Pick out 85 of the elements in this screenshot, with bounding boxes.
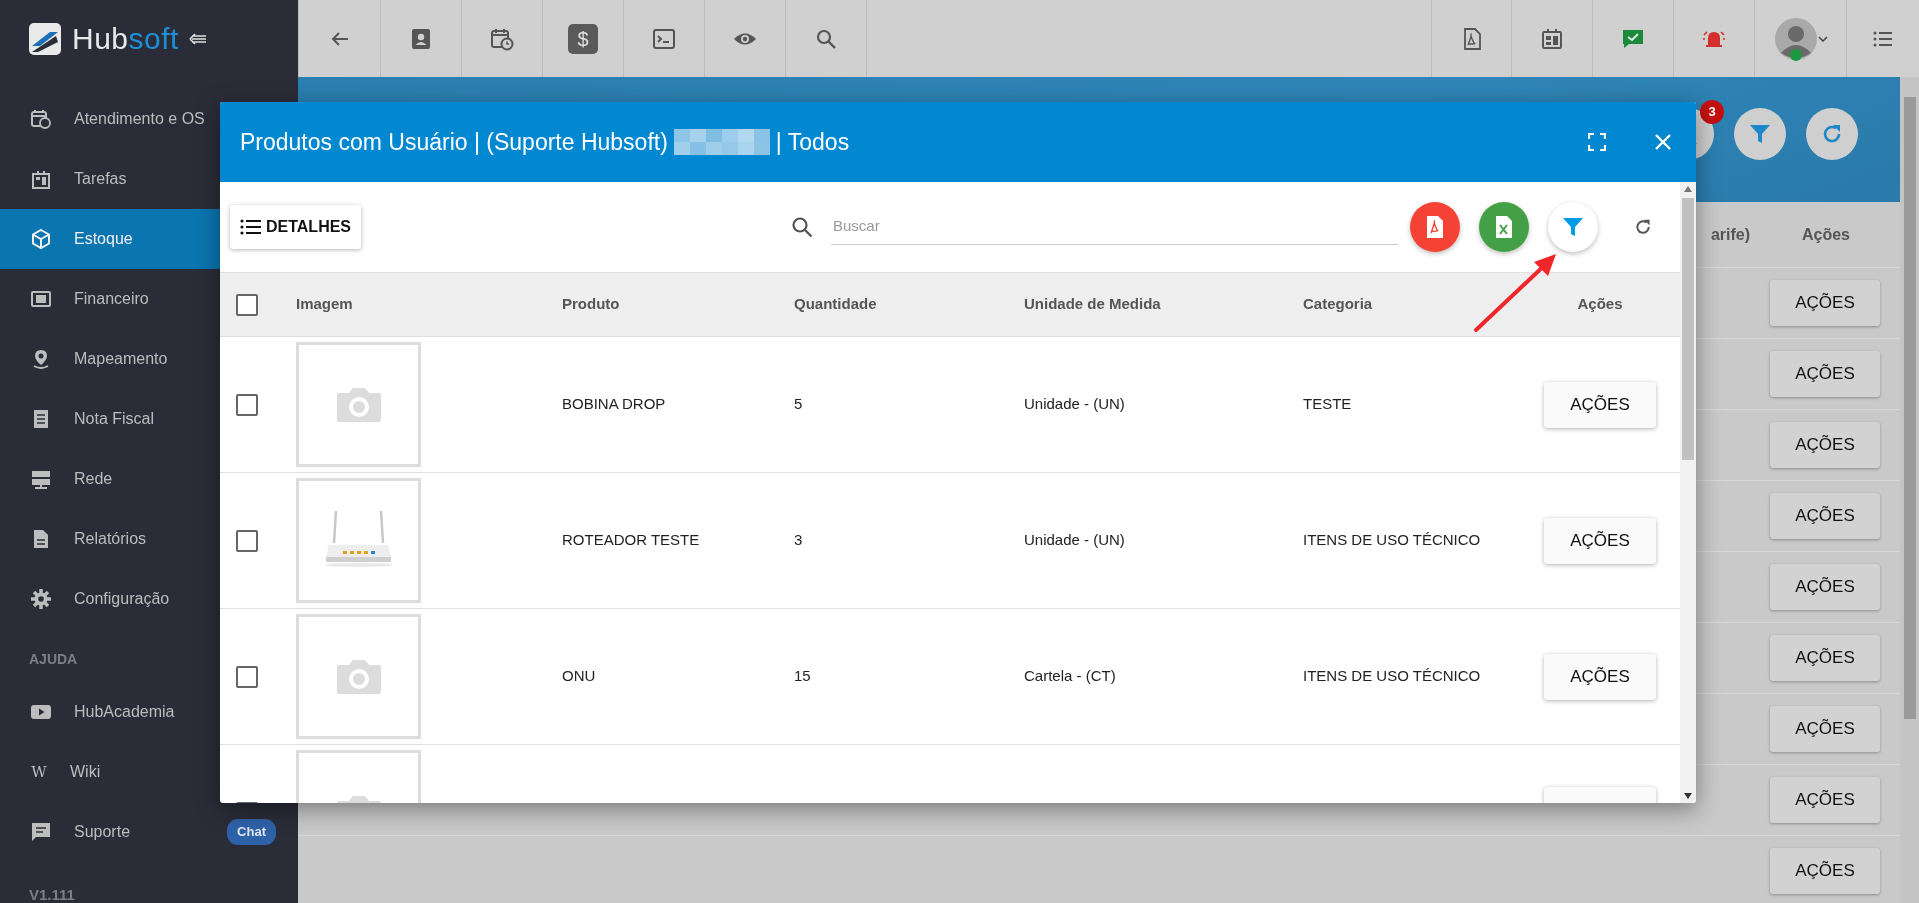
sidebar-item[interactable]: Configuração [0,569,298,629]
caret-icon[interactable] [1817,35,1828,42]
version-label: V1.111 [28,885,75,903]
details-button[interactable]: DETALHES [230,205,362,249]
column-header: Ações [1577,295,1623,313]
table-cell: Unidade - (UN) [1024,531,1125,549]
logo-text: Hubsoft [72,21,179,57]
finance-icon[interactable]: $ [568,23,598,54]
calendar-clock-icon [30,108,52,130]
dialog-title: | Todos [775,127,850,157]
search-icon [791,216,813,238]
sidebar-item[interactable]: Relatórios [0,509,298,569]
table-cell: Unidade - (UN) [1024,395,1125,413]
spreadsheet-icon [1494,215,1514,239]
collapse-icon[interactable] [188,31,207,46]
camera-icon [335,386,382,423]
actions-button[interactable]: AÇÕES [1770,493,1880,539]
table-cell: 3 [794,531,803,549]
sidebar-item[interactable]: Nota Fiscal [0,389,298,449]
actions-button[interactable]: AÇÕES [1544,517,1656,564]
camera-icon [335,658,382,695]
calendar-clock-icon[interactable] [490,26,514,51]
checkbox[interactable] [236,393,258,416]
contact-card-icon[interactable] [409,26,433,51]
table-cell: ONU [562,667,596,685]
column-header: arife) [1710,224,1750,245]
actions-button[interactable]: AÇÕES [1770,564,1880,610]
scroll-down-icon[interactable] [1684,793,1692,799]
sidebar-item[interactable]: Mapeamento [0,329,298,389]
close-icon[interactable] [1654,133,1672,151]
column-header: Ações [1802,224,1850,245]
sidebar-item[interactable]: Rede [0,449,298,509]
table-cell: 5 [794,395,803,413]
logo-icon [28,21,62,56]
checkbox[interactable] [236,529,258,552]
checkbox[interactable] [236,293,258,316]
building-icon [30,168,52,190]
sidebar-item[interactable]: Financeiro [0,269,298,329]
column-header: Unidade de Medida [1024,295,1161,313]
filter-button[interactable] [1548,202,1598,252]
filter-button[interactable] [1734,107,1786,160]
actions-button[interactable]: AÇÕES [1770,351,1880,397]
actions-button[interactable]: AÇÕES [1544,381,1656,428]
table-cell: ROTEADOR TESTE [562,531,700,549]
banknote-icon [30,288,52,310]
fullscreen-icon[interactable] [1588,133,1606,151]
actions-button[interactable]: AÇÕES [1544,653,1656,700]
table-cell: TESTE [1303,395,1352,413]
column-header: Categoria [1303,295,1373,313]
sidebar-item[interactable]: Suporte Chat [0,802,298,862]
actions-button[interactable]: AÇÕES [1770,422,1880,468]
user-avatar-icon[interactable] [1773,16,1818,61]
actions-button[interactable]: AÇÕES [1770,635,1880,681]
pdf-document-icon [1425,215,1445,239]
actions-button[interactable]: AÇÕES [1770,777,1880,823]
cube-icon [30,228,52,250]
table-cell: ITENS DE USO TÉCNICO [1303,531,1481,549]
chat-icon [30,821,52,843]
actions-button[interactable]: AÇÕES [1770,706,1880,752]
sidebar-item[interactable]: HubAcademia [0,682,298,742]
column-header: Produto [562,295,620,313]
actions-button[interactable]: AÇÕES [1770,848,1880,894]
table-cell: ITENS DE USO TÉCNICO [1303,667,1481,685]
checkbox[interactable] [236,665,258,688]
chat-badge[interactable]: Chat [227,819,276,845]
server-icon [30,468,52,490]
column-header: Imagem [296,295,353,313]
pdf-export-button[interactable] [1410,202,1460,252]
spreadsheet-export-button[interactable] [1479,202,1529,252]
wiki-icon: W [30,760,48,784]
dashboard-icon[interactable] [1540,26,1564,51]
table-cell: 15 [794,667,811,685]
filter-icon [1562,216,1584,238]
settings-icon [30,588,52,610]
notification-badge: 3 [1700,99,1724,124]
dialog-scrollbar[interactable] [1680,182,1696,803]
table-cell: Cartela - (CT) [1024,667,1116,685]
table-cell: BOBINA DROP [562,395,666,413]
page-scrollbar[interactable] [1900,77,1919,903]
terminal-icon[interactable] [652,26,676,51]
actions-button[interactable]: AÇÕES [1770,280,1880,326]
section-label: AJUDA [28,650,78,669]
column-header: Quantidade [794,295,877,313]
list-icon [240,218,262,236]
scroll-up-icon[interactable] [1684,186,1692,192]
